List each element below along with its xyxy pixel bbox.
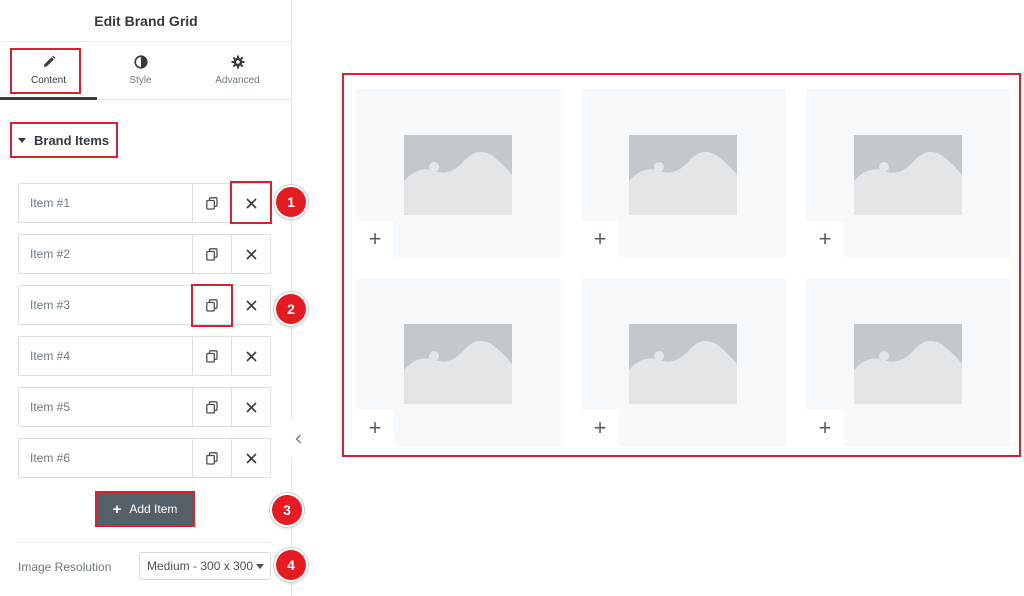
image-resolution-select[interactable]: Medium - 300 x 300 [139, 552, 271, 580]
plus-icon: + [368, 415, 382, 440]
duplicate-button[interactable] [192, 286, 231, 324]
remove-button[interactable] [231, 235, 270, 273]
close-icon [245, 452, 257, 464]
repeater-item-label[interactable]: Item #5 [19, 388, 192, 426]
remove-button[interactable] [231, 286, 270, 324]
duplicate-icon [206, 196, 218, 210]
tab-label: Advanced [215, 75, 260, 86]
image-placeholder-icon [629, 135, 737, 215]
close-icon [245, 197, 257, 209]
divider [18, 542, 271, 543]
image-placeholder-icon [404, 135, 512, 215]
repeater-item: Item #2 [18, 234, 271, 274]
add-brand-button[interactable]: + [356, 221, 394, 257]
chevron-down-icon [256, 564, 264, 569]
annotation-badge: 4 [276, 550, 306, 580]
repeater-item: Item #1 [18, 183, 271, 223]
plus-icon: + [368, 226, 382, 251]
repeater-item-label[interactable]: Item #2 [19, 235, 192, 273]
close-icon [245, 248, 257, 260]
plus-icon: + [593, 226, 607, 251]
duplicate-icon [206, 400, 218, 414]
image-placeholder-icon [404, 324, 512, 404]
tab-advanced[interactable]: Advanced [189, 42, 286, 99]
brand-grid-cell[interactable]: + [581, 89, 786, 257]
brand-grid-preview: + + + + + + [342, 73, 1021, 457]
brand-grid-cell[interactable]: + [806, 278, 1011, 446]
brand-grid-cell[interactable]: + [806, 89, 1011, 257]
caret-down-icon [18, 137, 26, 143]
add-brand-button[interactable]: + [581, 410, 619, 446]
panel-title: Edit Brand Grid [0, 0, 292, 42]
add-brand-button[interactable]: + [806, 221, 844, 257]
duplicate-button[interactable] [192, 388, 231, 426]
add-brand-button[interactable]: + [806, 410, 844, 446]
duplicate-button[interactable] [192, 337, 231, 375]
plus-icon: + [818, 415, 832, 440]
section-label: Brand Items [34, 132, 110, 148]
repeater-item-label[interactable]: Item #1 [19, 184, 192, 222]
repeater-item: Item #6 [18, 438, 271, 478]
chevron-left-icon [295, 434, 301, 444]
repeater-item-label[interactable]: Item #4 [19, 337, 192, 375]
duplicate-icon [206, 247, 218, 261]
tab-label: Content [30, 75, 67, 86]
tab-content[interactable]: Content [0, 42, 97, 99]
add-brand-button[interactable]: + [581, 221, 619, 257]
plus-icon: + [593, 415, 607, 440]
repeater-item: Item #5 [18, 387, 271, 427]
repeater-item-label[interactable]: Item #3 [19, 286, 192, 324]
remove-button[interactable] [231, 184, 270, 222]
active-tab-indicator [0, 97, 97, 100]
panel-collapse-button[interactable] [287, 420, 309, 458]
annotation-badge: 3 [272, 495, 302, 525]
image-resolution-label: Image Resolution [18, 560, 112, 574]
close-icon [245, 350, 257, 362]
plus-icon: + [818, 226, 832, 251]
panel-tabs: Content Style Advanced [0, 42, 292, 100]
section-brand-items[interactable]: Brand Items [10, 122, 118, 158]
brand-grid-cell[interactable]: + [356, 278, 561, 446]
close-icon [245, 401, 257, 413]
image-placeholder-icon [854, 324, 962, 404]
tab-label: Style [129, 75, 152, 86]
duplicate-icon [206, 349, 218, 363]
gear-icon [231, 55, 245, 69]
remove-button[interactable] [231, 388, 270, 426]
remove-button[interactable] [231, 337, 270, 375]
remove-button[interactable] [231, 439, 270, 477]
annotation-badge: 1 [276, 187, 306, 217]
brand-grid-cell[interactable]: + [356, 89, 561, 257]
brand-grid-cell[interactable]: + [581, 278, 786, 446]
pencil-icon [42, 55, 56, 69]
plus-icon: + [112, 500, 122, 518]
close-icon [245, 299, 257, 311]
tab-style[interactable]: Style [92, 42, 189, 99]
add-brand-button[interactable]: + [356, 410, 394, 446]
duplicate-button[interactable] [192, 439, 231, 477]
image-placeholder-icon [629, 324, 737, 404]
duplicate-icon [206, 451, 218, 465]
editor-panel: Edit Brand Grid Content Style Advanced B… [0, 0, 292, 596]
duplicate-icon [206, 298, 218, 312]
add-item-button[interactable]: + Add Item [96, 492, 194, 526]
duplicate-button[interactable] [192, 184, 231, 222]
image-resolution-value: Medium - 300 x 300 [147, 559, 254, 573]
repeater-item: Item #3 [18, 285, 271, 325]
image-placeholder-icon [854, 135, 962, 215]
repeater-item: Item #4 [18, 336, 271, 376]
annotation-badge: 2 [276, 294, 306, 324]
add-item-label: Add Item [129, 502, 178, 516]
repeater-item-label[interactable]: Item #6 [19, 439, 192, 477]
duplicate-button[interactable] [192, 235, 231, 273]
editor-screen: Edit Brand Grid Content Style Advanced B… [0, 0, 1024, 596]
contrast-icon [133, 55, 148, 69]
